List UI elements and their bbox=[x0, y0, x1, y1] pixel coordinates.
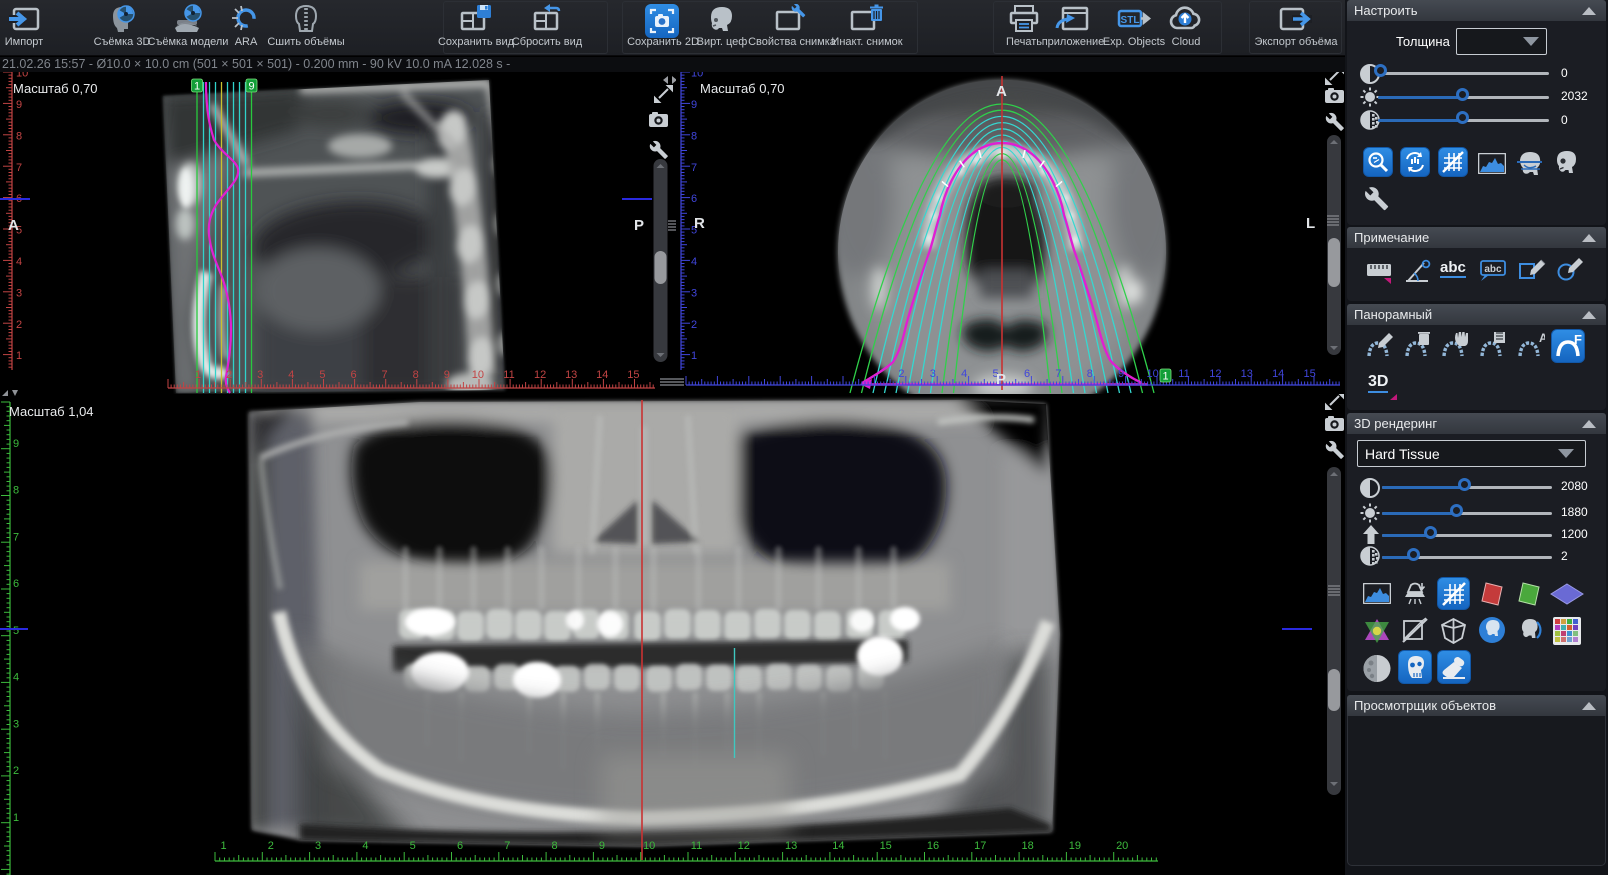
svg-text:5: 5 bbox=[319, 369, 325, 381]
svg-text:F: F bbox=[1574, 332, 1582, 347]
svg-text:10: 10 bbox=[643, 840, 655, 852]
svg-text:1: 1 bbox=[195, 369, 201, 381]
svg-text:3: 3 bbox=[930, 368, 936, 380]
svg-text:4: 4 bbox=[362, 840, 368, 852]
svg-text:7: 7 bbox=[382, 369, 388, 381]
svg-text:17: 17 bbox=[974, 840, 986, 852]
svg-text:4: 4 bbox=[13, 672, 19, 684]
svg-text:3: 3 bbox=[16, 287, 22, 299]
svg-text:3: 3 bbox=[315, 840, 321, 852]
svg-text:8: 8 bbox=[691, 130, 697, 142]
svg-text:10: 10 bbox=[16, 72, 28, 80]
svg-text:14: 14 bbox=[596, 369, 608, 381]
svg-text:9: 9 bbox=[248, 81, 254, 93]
svg-text:8: 8 bbox=[413, 369, 419, 381]
svg-text:9: 9 bbox=[599, 840, 605, 852]
svg-text:11: 11 bbox=[1178, 368, 1189, 380]
svg-text:8: 8 bbox=[13, 485, 19, 497]
svg-text:15: 15 bbox=[880, 840, 892, 852]
svg-text:R: R bbox=[694, 215, 705, 232]
svg-text:7: 7 bbox=[1055, 368, 1061, 380]
svg-text:7: 7 bbox=[16, 162, 22, 174]
svg-text:11: 11 bbox=[503, 369, 514, 381]
svg-text:7: 7 bbox=[13, 531, 19, 543]
svg-text:2: 2 bbox=[268, 840, 274, 852]
svg-text:1: 1 bbox=[220, 840, 226, 852]
svg-text:8: 8 bbox=[16, 130, 22, 142]
svg-text:12: 12 bbox=[738, 840, 750, 852]
svg-text:8: 8 bbox=[1087, 368, 1093, 380]
svg-text:9: 9 bbox=[16, 99, 22, 111]
svg-text:Масштаб 0,70: Масштаб 0,70 bbox=[13, 81, 98, 96]
svg-text:10: 10 bbox=[1146, 368, 1158, 380]
svg-text:4: 4 bbox=[961, 368, 967, 380]
svg-text:P: P bbox=[996, 371, 1006, 388]
svg-text:9: 9 bbox=[691, 99, 697, 111]
svg-text:20: 20 bbox=[1116, 840, 1128, 852]
svg-text:1: 1 bbox=[13, 812, 19, 824]
svg-text:19: 19 bbox=[1069, 840, 1081, 852]
svg-text:3: 3 bbox=[691, 287, 697, 299]
svg-text:2: 2 bbox=[691, 319, 697, 331]
svg-text:3: 3 bbox=[13, 718, 19, 730]
svg-text:6: 6 bbox=[13, 578, 19, 590]
svg-text:1: 1 bbox=[194, 81, 200, 93]
svg-text:4: 4 bbox=[691, 256, 697, 268]
svg-text:9: 9 bbox=[1118, 368, 1124, 380]
svg-text:5: 5 bbox=[13, 625, 19, 637]
svg-text:7: 7 bbox=[504, 840, 510, 852]
svg-text:1: 1 bbox=[691, 350, 697, 362]
svg-text:A: A bbox=[8, 217, 19, 234]
svg-text:10: 10 bbox=[472, 369, 484, 381]
svg-text:13: 13 bbox=[785, 840, 797, 852]
svg-text:10: 10 bbox=[691, 72, 703, 80]
svg-text:15: 15 bbox=[1303, 368, 1315, 380]
svg-text:P: P bbox=[634, 217, 644, 234]
svg-text:A: A bbox=[1539, 332, 1545, 345]
svg-text:16: 16 bbox=[927, 840, 939, 852]
svg-text:6: 6 bbox=[1024, 368, 1030, 380]
svg-text:9: 9 bbox=[444, 369, 450, 381]
svg-text:2: 2 bbox=[16, 319, 22, 331]
svg-text:14: 14 bbox=[1272, 368, 1284, 380]
svg-text:3: 3 bbox=[257, 369, 263, 381]
svg-text:15: 15 bbox=[627, 369, 639, 381]
svg-text:STL: STL bbox=[1121, 15, 1140, 26]
svg-text:8: 8 bbox=[552, 840, 558, 852]
svg-text:Масштаб 1,04: Масштаб 1,04 bbox=[9, 404, 94, 419]
svg-text:14: 14 bbox=[832, 840, 844, 852]
svg-text:1: 1 bbox=[1162, 371, 1168, 383]
svg-text:2: 2 bbox=[226, 369, 232, 381]
svg-text:abc: abc bbox=[1484, 264, 1502, 275]
svg-text:18: 18 bbox=[1021, 840, 1033, 852]
svg-text:5: 5 bbox=[410, 840, 416, 852]
svg-text:13: 13 bbox=[1241, 368, 1253, 380]
svg-text:9: 9 bbox=[13, 438, 19, 450]
svg-text:A: A bbox=[996, 83, 1007, 100]
svg-text:4: 4 bbox=[16, 256, 22, 268]
svg-text:11: 11 bbox=[691, 840, 702, 852]
svg-text:4: 4 bbox=[288, 369, 294, 381]
svg-text:6: 6 bbox=[457, 840, 463, 852]
svg-text:7: 7 bbox=[691, 162, 697, 174]
svg-text:12: 12 bbox=[534, 369, 546, 381]
svg-text:Масштаб 0,70: Масштаб 0,70 bbox=[700, 81, 785, 96]
svg-text:1: 1 bbox=[16, 350, 22, 362]
svg-text:L: L bbox=[1306, 215, 1315, 232]
svg-text:13: 13 bbox=[565, 369, 577, 381]
svg-text:2: 2 bbox=[13, 765, 19, 777]
svg-text:2: 2 bbox=[898, 368, 904, 380]
svg-text:12: 12 bbox=[1209, 368, 1221, 380]
svg-text:6: 6 bbox=[350, 369, 356, 381]
svg-text:6: 6 bbox=[691, 193, 697, 205]
